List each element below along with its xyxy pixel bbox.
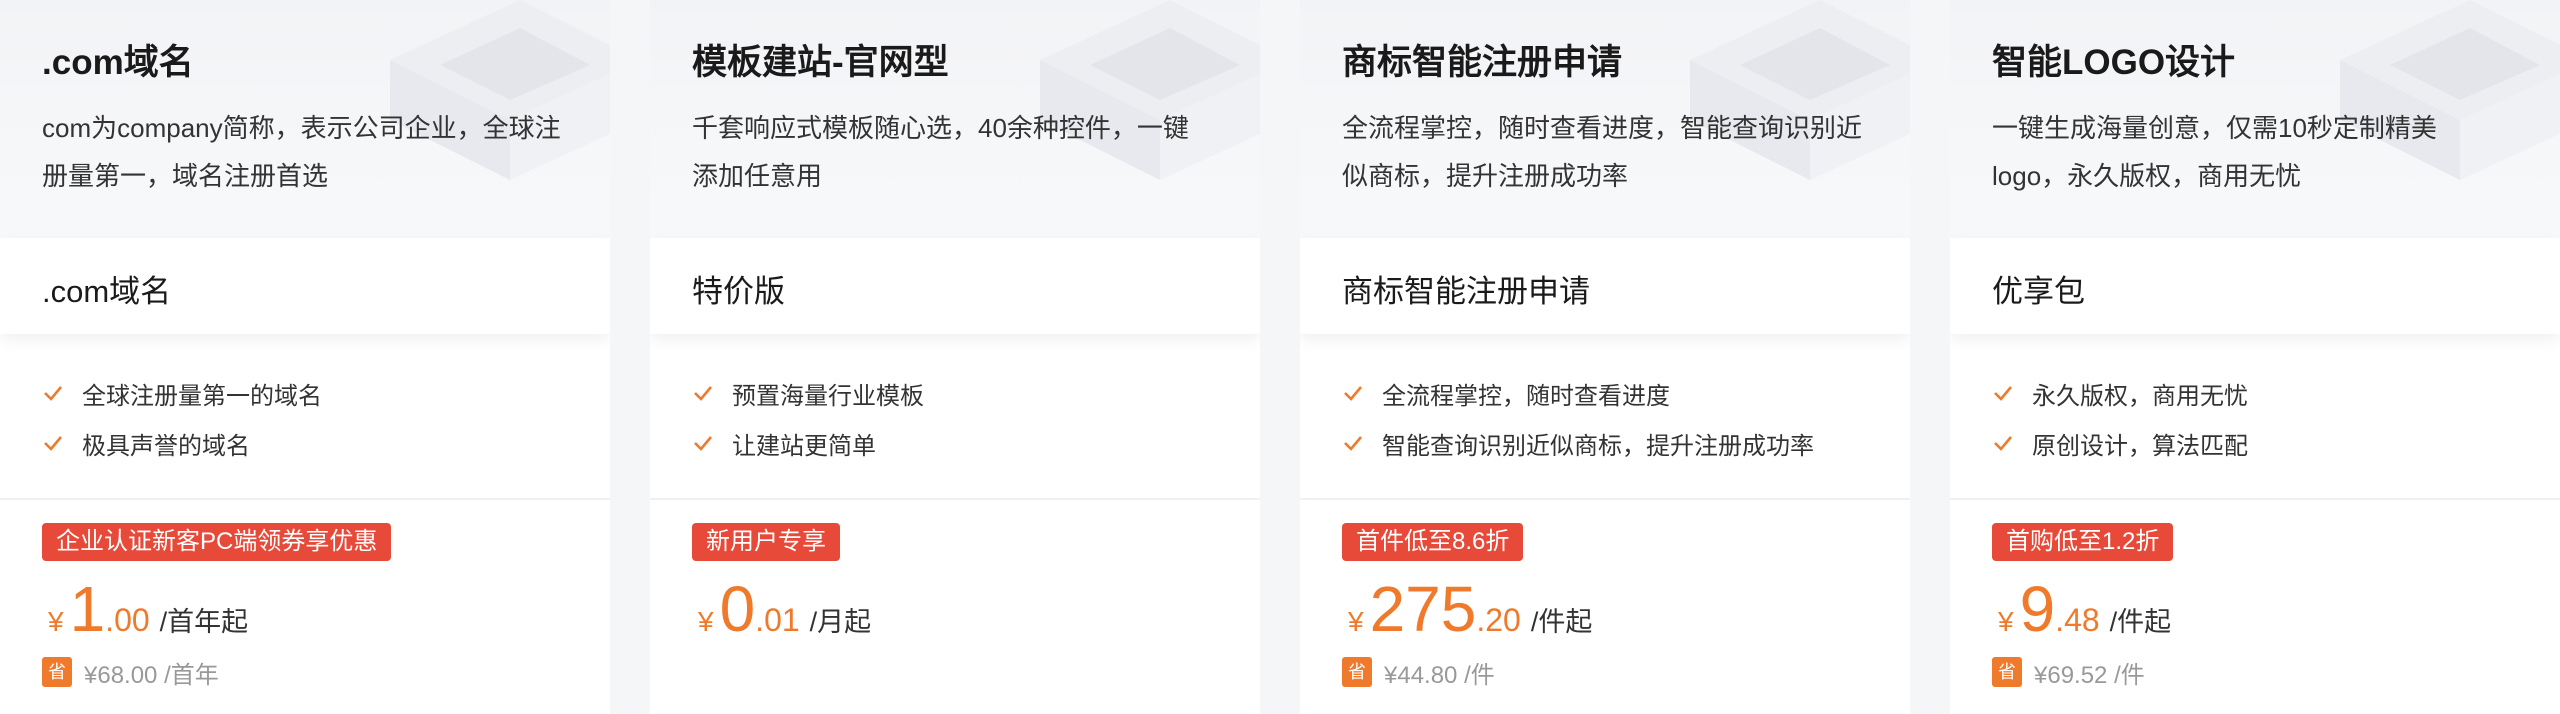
divider	[650, 498, 1260, 500]
feature-item: 永久版权，商用无忧	[1992, 368, 2552, 418]
check-icon	[1994, 386, 2012, 401]
divider	[1300, 498, 1910, 500]
divider	[0, 498, 610, 500]
check-icon	[44, 386, 62, 401]
feature-text: 原创设计，算法匹配	[2032, 432, 2248, 460]
feature-list: 全球注册量第一的域名 极具声誉的域名	[42, 368, 602, 468]
feature-text: 智能查询识别近似商标，提升注册成功率	[1382, 432, 1814, 460]
check-icon	[1344, 436, 1362, 451]
price: ¥ 1 .00 /首年起	[48, 574, 248, 644]
feature-list: 预置海量行业模板 让建站更简单	[692, 368, 1252, 468]
feature-text: 让建站更简单	[732, 432, 876, 460]
card-title: .com域名	[42, 43, 194, 82]
card-title: 智能LOGO设计	[1992, 43, 2236, 82]
original-price-row: 省 ¥69.52 /件	[1992, 656, 2145, 689]
feature-text: 预置海量行业模板	[732, 382, 924, 410]
price-decimal: .48	[2055, 602, 2100, 638]
price-decimal: .01	[755, 602, 800, 638]
check-icon	[1994, 436, 2012, 451]
card-title: 商标智能注册申请	[1342, 43, 1623, 82]
price: ¥ 0 .01 /月起	[698, 574, 871, 644]
feature-list: 全流程掌控，随时查看进度 智能查询识别近似商标，提升注册成功率	[1342, 368, 1902, 468]
product-card-trademark[interactable]: 商标智能注册申请 全流程掌控，随时查看进度，智能查询识别近似商标，提升注册成功率…	[1300, 0, 1910, 714]
promo-badge: 新用户专享	[692, 523, 840, 561]
feature-item: 让建站更简单	[692, 418, 1252, 468]
currency-symbol: ¥	[1998, 606, 2014, 637]
card-description: 全流程掌控，随时查看进度，智能查询识别近似商标，提升注册成功率	[1342, 113, 1863, 191]
plan-name: 商标智能注册申请	[1342, 274, 1590, 309]
currency-symbol: ¥	[48, 606, 64, 637]
feature-text: 永久版权，商用无忧	[2032, 382, 2248, 410]
feature-item: 智能查询识别近似商标，提升注册成功率	[1342, 418, 1902, 468]
product-card-website-template[interactable]: 模板建站-官网型 千套响应式模板随心选，40余种控件，一键添加任意用 特价版 预…	[650, 0, 1260, 714]
card-description: com为company简称，表示公司企业，全球注册量第一，域名注册首选	[42, 113, 561, 191]
plan-selector[interactable]: 优享包	[1950, 238, 2560, 334]
currency-symbol: ¥	[698, 606, 714, 637]
feature-list: 永久版权，商用无忧 原创设计，算法匹配	[1992, 368, 2552, 468]
price-unit: /件起	[2109, 607, 2172, 637]
price-integer: 275	[1369, 573, 1477, 645]
promo-badge: 首购低至1.2折	[1992, 523, 2174, 561]
check-icon	[44, 436, 62, 451]
original-price-row: 省 ¥68.00 /首年	[42, 656, 219, 689]
price-unit: /月起	[809, 607, 872, 637]
feature-item: 极具声誉的域名	[42, 418, 602, 468]
card-header: 模板建站-官网型 千套响应式模板随心选，40余种控件，一键添加任意用	[650, 0, 1260, 238]
feature-item: 全球注册量第一的域名	[42, 368, 602, 418]
check-icon	[694, 386, 712, 401]
card-title: 模板建站-官网型	[692, 43, 949, 82]
product-card-logo-design[interactable]: 智能LOGO设计 一键生成海量创意，仅需10秒定制精美logo，永久版权，商用无…	[1950, 0, 2560, 714]
promo-badge: 首件低至8.6折	[1342, 523, 1524, 561]
card-description: 一键生成海量创意，仅需10秒定制精美logo，永久版权，商用无忧	[1992, 113, 2437, 191]
original-price-row: 省 ¥44.80 /件	[1342, 656, 1495, 689]
original-price: ¥68.00 /首年	[84, 661, 219, 689]
plan-name: .com域名	[42, 274, 172, 309]
feature-text: 极具声誉的域名	[82, 432, 250, 460]
plan-selector[interactable]: 商标智能注册申请	[1300, 238, 1910, 334]
price-unit: /首年起	[159, 607, 249, 637]
price-integer: 0	[719, 573, 756, 645]
feature-text: 全球注册量第一的域名	[82, 382, 322, 410]
plan-name: 优享包	[1992, 274, 2085, 309]
price: ¥ 9 .48 /件起	[1998, 574, 2171, 644]
price-unit: /件起	[1530, 607, 1593, 637]
plan-selector[interactable]: 特价版	[650, 238, 1260, 334]
card-header: .com域名 com为company简称，表示公司企业，全球注册量第一，域名注册…	[0, 0, 610, 238]
card-description: 千套响应式模板随心选，40余种控件，一键添加任意用	[692, 113, 1189, 191]
check-icon	[1344, 386, 1362, 401]
plan-selector[interactable]: .com域名	[0, 238, 610, 334]
promo-badge: 企业认证新客PC端领券享优惠	[42, 523, 392, 561]
original-price: ¥69.52 /件	[2034, 661, 2145, 689]
card-header: 智能LOGO设计 一键生成海量创意，仅需10秒定制精美logo，永久版权，商用无…	[1950, 0, 2560, 238]
price-integer: 9	[2019, 573, 2056, 645]
feature-text: 全流程掌控，随时查看进度	[1382, 382, 1670, 410]
currency-symbol: ¥	[1348, 606, 1364, 637]
price-decimal: .00	[105, 602, 150, 638]
price-decimal: .20	[1476, 602, 1521, 638]
card-header: 商标智能注册申请 全流程掌控，随时查看进度，智能查询识别近似商标，提升注册成功率	[1300, 0, 1910, 238]
plan-name: 特价版	[692, 274, 785, 309]
check-icon	[694, 436, 712, 451]
save-badge: 省	[42, 657, 72, 687]
price-integer: 1	[69, 573, 106, 645]
price: ¥ 275 .20 /件起	[1348, 574, 1592, 644]
divider	[1950, 498, 2560, 500]
save-badge: 省	[1992, 657, 2022, 687]
product-cards: .com域名 com为company简称，表示公司企业，全球注册量第一，域名注册…	[0, 0, 2560, 714]
feature-item: 全流程掌控，随时查看进度	[1342, 368, 1902, 418]
save-badge: 省	[1342, 657, 1372, 687]
product-card-com-domain[interactable]: .com域名 com为company简称，表示公司企业，全球注册量第一，域名注册…	[0, 0, 610, 714]
original-price: ¥44.80 /件	[1384, 661, 1495, 689]
feature-item: 预置海量行业模板	[692, 368, 1252, 418]
feature-item: 原创设计，算法匹配	[1992, 418, 2552, 468]
